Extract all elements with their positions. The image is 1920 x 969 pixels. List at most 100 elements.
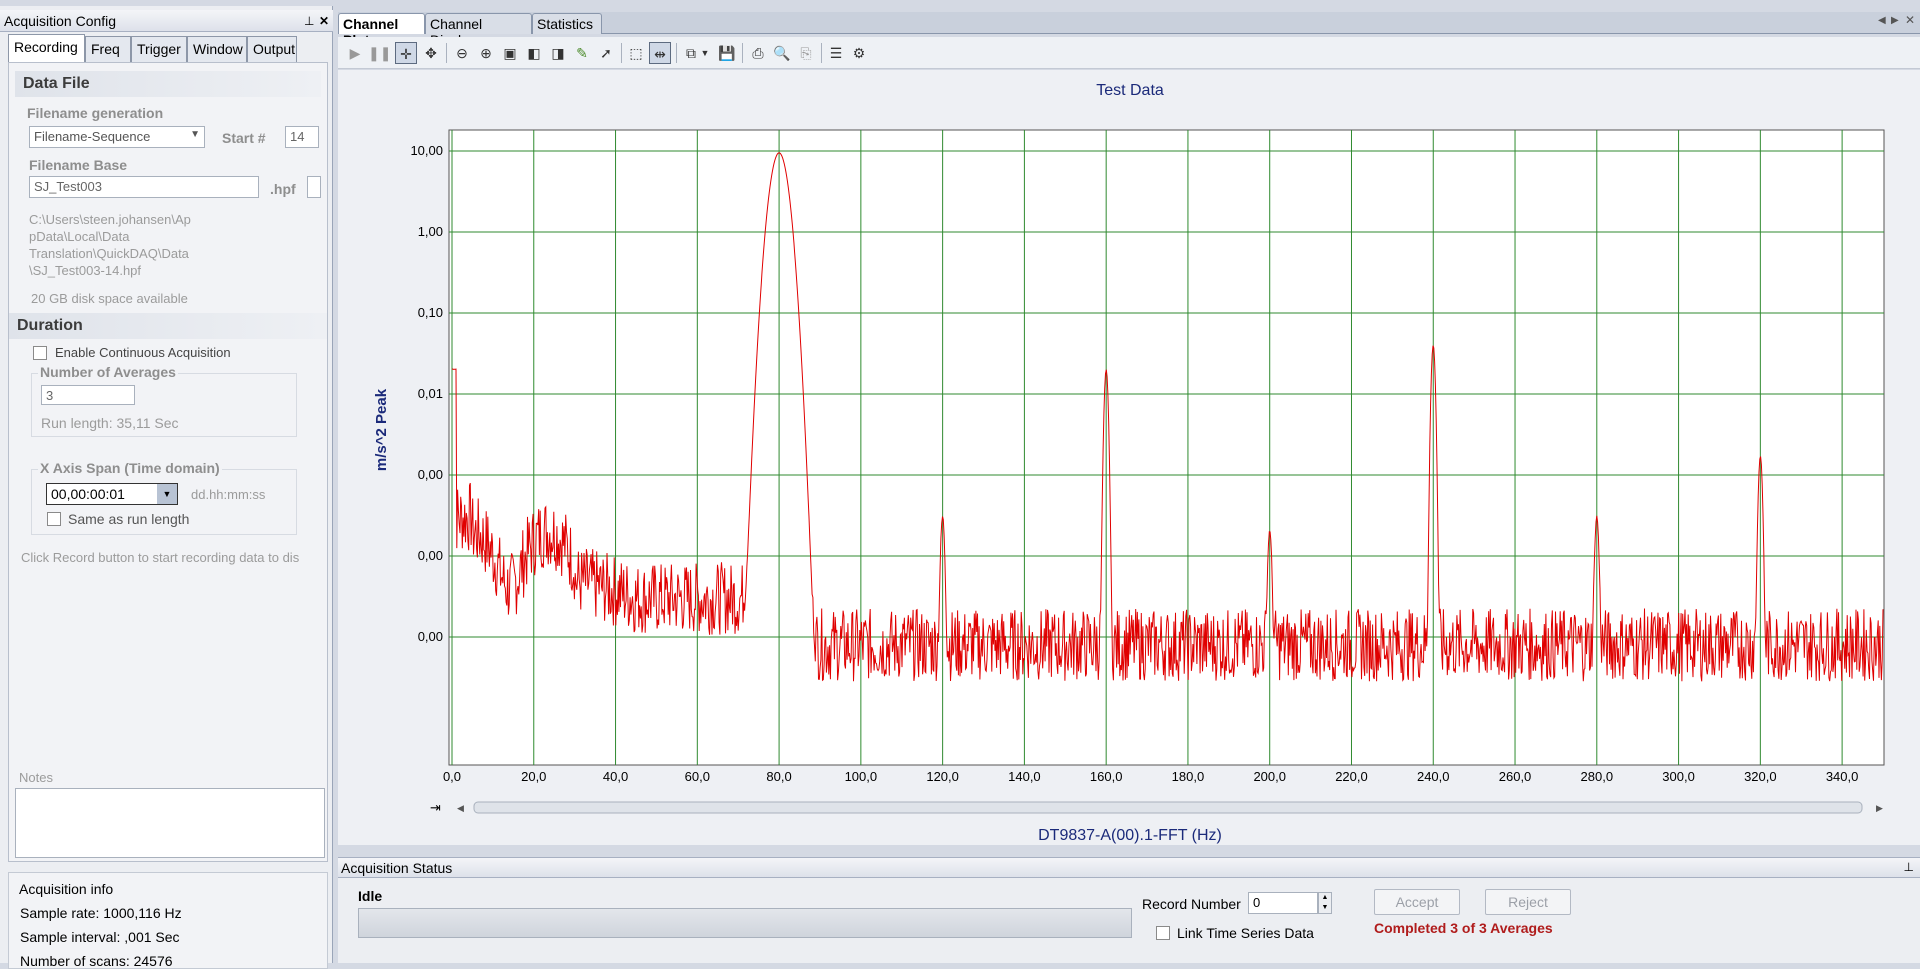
horizontal-scrollbar[interactable] [473,801,1863,814]
chart-title: Test Data [1096,82,1164,99]
link-time-series-checkbox[interactable] [1156,926,1170,940]
notes-field[interactable] [15,788,325,858]
toolbar-separator [446,43,447,63]
save-icon[interactable]: 💾 [716,42,738,64]
x-tick-label: 80,0 [766,769,791,784]
legend-icon[interactable]: ☰ [825,42,847,64]
x-tick-label: 280,0 [1581,769,1614,784]
x-tick-label: 140,0 [1008,769,1041,784]
cursor-icon[interactable]: ✎ [571,42,593,64]
zoom-x-icon[interactable]: ◧ [523,42,545,64]
y-tick-label: 0,00 [418,548,443,563]
chevron-down-icon[interactable]: ▼ [157,484,177,504]
x-tick-label: 320,0 [1744,769,1777,784]
pointer-icon[interactable]: ➚ [595,42,617,64]
tab-channel-plot[interactable]: Channel Plot [338,13,425,48]
panel-header: Acquisition Config ⊥ ✕ [0,10,333,32]
zoom-y-icon[interactable]: ◨ [547,42,569,64]
print-setup-icon[interactable]: ⎘ [795,42,817,64]
filename-generation-select[interactable]: Filename-Sequence ▼ [29,126,205,148]
x-tick-label: 120,0 [926,769,959,784]
accept-button[interactable]: Accept [1374,889,1460,915]
settings-icon[interactable]: ⚙ [848,42,870,64]
chevron-down-icon: ▼ [190,129,200,140]
x-tick-label: 20,0 [521,769,546,784]
span-value: 00,00:00:01 [51,486,125,502]
dropdown-icon[interactable]: ▼ [699,42,711,64]
span-field[interactable]: 00,00:00:01 ▼ [46,483,178,505]
x-tick-label: 200,0 [1253,769,1286,784]
span-format: dd.hh:mm:ss [191,487,266,502]
num-scans: Number of scans: 24576 [20,953,173,969]
recording-tab-body: Data File Filename generation Filename-S… [8,62,328,862]
y-tick-label: 0,01 [418,386,443,401]
start-label: Start # [222,130,266,146]
x-tick-label: 340,0 [1826,769,1859,784]
span-group-label: X Axis Span (Time domain) [38,460,222,476]
pause-icon[interactable]: ❚❚ [368,42,391,64]
pin-icon[interactable]: ⊥ [304,14,314,28]
scroll-start-icon[interactable]: ⇥ [430,801,441,816]
tab-statistics[interactable]: Statistics [532,13,602,34]
averages-field[interactable]: 3 [41,385,135,405]
channel-plot-area: Test Data m/s^2 Peak DT9837-A(00).1-FFT … [338,70,1920,845]
fft-chart[interactable]: Test Data m/s^2 Peak DT9837-A(00).1-FFT … [338,70,1920,845]
data-file-header: Data File [15,71,321,97]
record-number-stepper[interactable]: ▲ ▼ [1318,892,1332,914]
print-icon[interactable]: ⎙ [747,42,769,64]
play-icon[interactable]: ▶ [344,42,366,64]
tab-label: Window [193,41,243,57]
scroll-right-icon[interactable]: ▶ [1876,804,1883,814]
y-tick-label: 0,00 [418,629,443,644]
zoom-in-icon[interactable]: ⊕ [475,42,497,64]
duration-header: Duration [9,313,327,339]
tab-label: Statistics [537,16,594,32]
toolbar-separator [621,43,622,63]
extension-field[interactable] [307,176,321,198]
status-state: Idle [358,888,383,904]
tab-window[interactable]: Window [187,36,247,62]
path-line: \SJ_Test003-14.hpf [29,263,142,278]
acquisition-info-section: Acquisition info Sample rate: 1000,116 H… [8,872,328,969]
close-icon[interactable]: ✕ [1905,13,1915,27]
scroll-left-icon[interactable]: ◀ [457,804,464,814]
zoom-out-icon[interactable]: ⊖ [451,42,473,64]
scroll-right-icon[interactable]: ▶ [1891,15,1899,26]
tab-label: Output [253,41,296,57]
tab-output[interactable]: Output [247,36,297,62]
continuous-checkbox[interactable] [33,346,47,360]
toolbar-separator [676,43,677,63]
same-as-run-checkbox[interactable] [47,512,61,526]
x-tick-label: 180,0 [1172,769,1205,784]
zoom-fit-icon[interactable]: ▣ [499,42,521,64]
tab-trigger[interactable]: Trigger [131,36,187,62]
split-icon[interactable]: ⇹ [649,42,671,64]
y-tick-label: 0,10 [418,305,443,320]
toolbar-separator [742,43,743,63]
crosshair-icon[interactable]: ✛ [395,42,417,64]
acquisition-config-panel: Acquisition Config ⊥ ✕ Recording Freq Tr… [0,6,333,969]
pin-icon[interactable]: ⊥ [1904,860,1914,874]
tab-recording[interactable]: Recording [8,34,85,62]
path-line: pData\Local\Data [29,229,130,244]
toolbar-separator [821,43,822,63]
start-number-field[interactable]: 14 [285,126,319,148]
tab-label: Freq [91,41,120,57]
reject-button[interactable]: Reject [1485,889,1571,915]
print-preview-icon[interactable]: 🔍 [771,42,793,64]
scroll-left-icon[interactable]: ◀ [1878,15,1886,26]
continuous-label: Enable Continuous Acquisition [55,345,231,360]
tab-channel-display[interactable]: Channel Display [425,13,532,48]
tab-freq[interactable]: Freq [85,36,131,62]
run-length: Run length: 35,11 Sec [41,415,179,431]
x-tick-label: 220,0 [1335,769,1368,784]
y-tick-label: 0,00 [418,467,443,482]
select-rect-icon[interactable]: ⬚ [625,42,647,64]
close-icon[interactable]: ✕ [319,14,329,28]
x-tick-label: 240,0 [1417,769,1450,784]
filename-base-field[interactable]: SJ_Test003 [29,176,259,198]
x-tick-label: 0,0 [443,769,461,784]
y-axis-ticks: 10,00 1,00 0,10 0,01 0,00 0,00 0,00 [410,143,443,644]
record-number-field[interactable]: 0 [1248,892,1318,914]
pan-icon[interactable]: ✥ [420,42,442,64]
